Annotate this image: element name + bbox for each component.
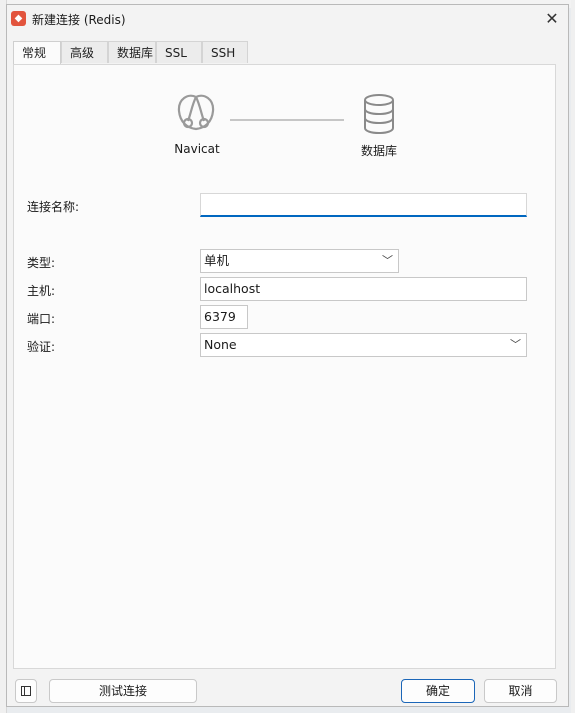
auth-value: None: [204, 337, 237, 352]
port-input[interactable]: 6379: [200, 305, 248, 329]
host-label: 主机:: [27, 284, 56, 298]
connection-name-input[interactable]: [200, 193, 527, 217]
database-icon: [364, 94, 394, 135]
dialog-title: 新建连接 (Redis): [32, 13, 126, 27]
chevron-down-icon: ﹀: [510, 338, 521, 351]
connection-name-label: 连接名称:: [27, 200, 80, 214]
ok-button[interactable]: 确定: [401, 679, 475, 703]
auth-label: 验证:: [27, 340, 56, 354]
close-button[interactable]: ✕: [538, 7, 566, 31]
test-connection-button[interactable]: 测试连接: [49, 679, 197, 703]
tab-ssh[interactable]: SSH: [202, 41, 248, 63]
new-connection-dialog: ◆ 新建连接 (Redis) ✕ 常规 高级 数据库 SSL SSH Navic…: [6, 4, 569, 707]
navicat-label: Navicat: [174, 142, 220, 156]
tab-ssl[interactable]: SSL: [156, 41, 202, 63]
title-bar: ◆ 新建连接 (Redis) ✕: [7, 5, 568, 33]
tab-database[interactable]: 数据库: [108, 41, 156, 63]
tab-advanced[interactable]: 高级: [61, 41, 108, 63]
tab-general[interactable]: 常规: [13, 41, 61, 65]
chevron-down-icon: ﹀: [382, 254, 393, 267]
port-label: 端口:: [27, 312, 56, 326]
connection-line: [230, 119, 344, 121]
background-window-edge-right: [571, 0, 575, 713]
host-input[interactable]: localhost: [200, 277, 527, 301]
sidebar-toggle-icon[interactable]: [15, 679, 37, 703]
database-label: 数据库: [360, 144, 397, 158]
type-label: 类型:: [27, 256, 56, 270]
type-value: 单机: [204, 253, 230, 268]
close-icon: ✕: [545, 9, 559, 28]
navicat-icon: [177, 94, 215, 131]
type-select[interactable]: 单机 ﹀: [200, 249, 399, 273]
auth-select[interactable]: None ﹀: [200, 333, 527, 357]
cancel-button[interactable]: 取消: [484, 679, 557, 703]
redis-app-icon: ◆: [11, 11, 26, 26]
general-panel: Navicat 数据库 连接名称: 类型: 单机 ﹀ 主机: localhost…: [13, 64, 556, 669]
